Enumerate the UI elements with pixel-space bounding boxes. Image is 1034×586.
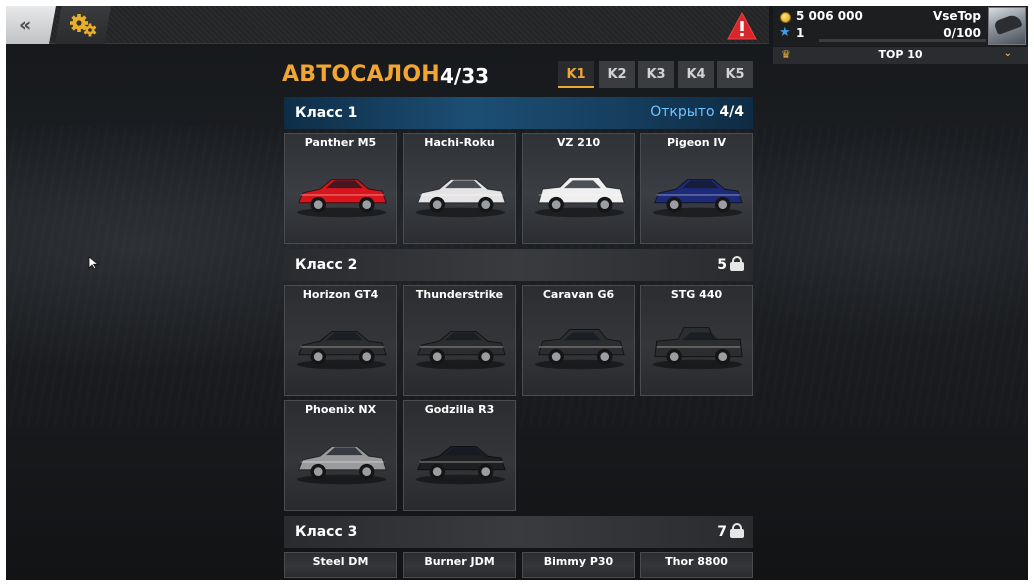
double-chevron-left-icon: «: [19, 14, 31, 36]
car-name: Pigeon IV: [667, 136, 726, 149]
car-card[interactable]: Hachi-Roku: [403, 133, 516, 244]
class-name: Класс 1: [295, 105, 358, 121]
car-card[interactable]: Thor 8800: [640, 552, 753, 578]
player-name: VseTop: [933, 9, 981, 23]
rank-label: TOP 10: [878, 48, 923, 61]
owned-cars-count: 4/33: [440, 64, 490, 88]
xp-text: 0/100: [943, 26, 981, 40]
player-panel: 5 006 000 ★ 1 VseTop 0/100: [773, 6, 1028, 46]
mouse-cursor-icon: [88, 256, 100, 270]
tab-k2[interactable]: K2: [599, 61, 635, 88]
class-status-value: 7: [717, 524, 727, 540]
class-header-3: Класс 3 7: [284, 516, 753, 548]
car-name: STG 440: [670, 288, 723, 301]
car-card[interactable]: Steel DM: [284, 552, 397, 578]
car-name: Caravan G6: [542, 288, 615, 301]
warning-triangle-icon[interactable]: [727, 12, 757, 40]
lock-icon: [730, 523, 744, 538]
back-button[interactable]: «: [6, 6, 56, 44]
class-header-1: Класс 1 Открыто 4/4: [284, 97, 753, 129]
player-level: 1: [796, 26, 805, 40]
tab-k4[interactable]: K4: [678, 61, 714, 88]
class-status-label: Открыто: [650, 104, 715, 120]
page-title: АВТОСАЛОН: [282, 62, 440, 87]
class-header-2: Класс 2 5: [284, 249, 753, 281]
car-card[interactable]: Horizon GT4: [284, 285, 397, 396]
car-name: Thor 8800: [665, 555, 728, 568]
class-status: 7: [717, 523, 744, 540]
car-card[interactable]: Burner JDM: [403, 552, 516, 578]
car-name: Panther M5: [304, 136, 377, 149]
car-card[interactable]: Thunderstrike: [403, 285, 516, 396]
avatar[interactable]: [988, 7, 1026, 45]
class-name: Класс 3: [295, 524, 358, 540]
car-card[interactable]: Pigeon IV: [640, 133, 753, 244]
chevron-down-icon: ⌄: [1003, 48, 1012, 59]
car-name: Horizon GT4: [302, 288, 379, 301]
car-card[interactable]: STG 440: [640, 285, 753, 396]
tab-k5[interactable]: K5: [717, 61, 753, 88]
car-name: Steel DM: [312, 555, 369, 568]
gears-icon: [70, 14, 97, 37]
money-amount: 5 006 000: [796, 9, 863, 23]
coin-icon: [780, 12, 791, 23]
class-name: Класс 2: [295, 257, 358, 273]
car-card[interactable]: Phoenix NX: [284, 400, 397, 511]
star-icon: ★: [779, 25, 791, 40]
car-name: Godzilla R3: [424, 403, 495, 416]
tab-k1[interactable]: K1: [558, 61, 594, 88]
rank-dropdown[interactable]: ♛ TOP 10 ⌄: [773, 47, 1028, 64]
car-name: Hachi-Roku: [424, 136, 495, 149]
class-status-value: 4/4: [719, 104, 744, 120]
class-status: Открыто 4/4: [650, 104, 744, 120]
game-screen: « 5 006 000 ★ 1 VseTop 0/100 ♛ TOP 10 ⌄ …: [6, 6, 1028, 580]
car-card[interactable]: Panther M5: [284, 133, 397, 244]
car-name: Thunderstrike: [415, 288, 504, 301]
class-status-value: 5: [717, 257, 727, 273]
car-name: Burner JDM: [424, 555, 495, 568]
car-card[interactable]: Godzilla R3: [403, 400, 516, 511]
top-bar: «: [6, 6, 769, 44]
car-card[interactable]: Bimmy P30: [522, 552, 635, 578]
car-name: VZ 210: [556, 136, 601, 149]
car-card[interactable]: VZ 210: [522, 133, 635, 244]
car-name: Phoenix NX: [304, 403, 377, 416]
car-name: Bimmy P30: [543, 555, 614, 568]
lock-icon: [730, 256, 744, 271]
car-card[interactable]: Caravan G6: [522, 285, 635, 396]
tab-k3[interactable]: K3: [638, 61, 674, 88]
settings-button[interactable]: [55, 6, 111, 44]
class-status: 5: [717, 256, 744, 273]
